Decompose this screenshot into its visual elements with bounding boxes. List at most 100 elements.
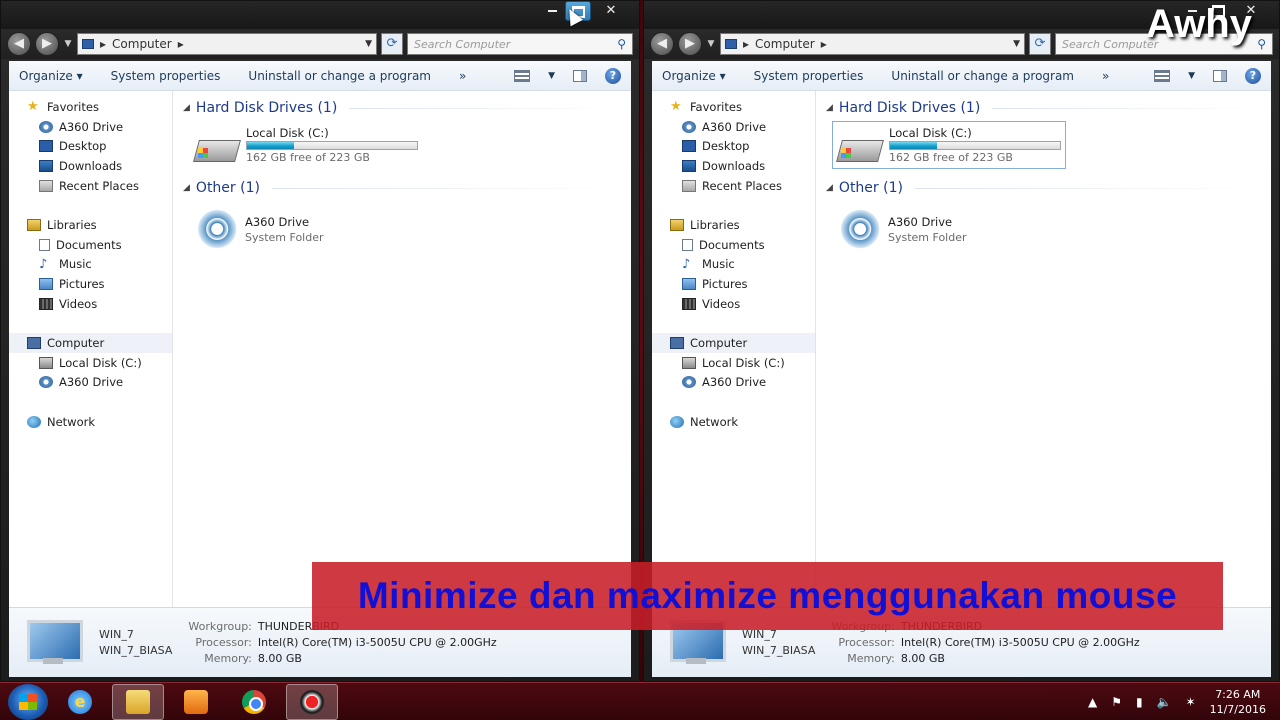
nav-a360-drive-2[interactable]: A360 Drive	[652, 373, 815, 393]
desktop-icon	[682, 140, 696, 153]
nav-a360-drive-2[interactable]: A360 Drive	[9, 373, 172, 393]
more-commands-button[interactable]: »	[459, 69, 466, 83]
view-dropdown-icon[interactable]: ▼	[1188, 71, 1195, 81]
collapse-icon[interactable]: ◢	[826, 183, 833, 193]
item-a360-drive[interactable]: A360 Drive System Folder	[832, 205, 1271, 253]
refresh-button[interactable]: ⟳	[381, 33, 403, 55]
nav-computer[interactable]: Computer	[652, 333, 815, 353]
taskbar-internet-explorer[interactable]: e	[54, 684, 106, 720]
nav-favorites[interactable]: ★ Favorites	[652, 97, 815, 117]
item-type: System Folder	[888, 231, 967, 244]
help-icon[interactable]: ?	[1245, 67, 1261, 84]
nav-desktop[interactable]: Desktop	[9, 136, 172, 156]
nav-pictures[interactable]: Pictures	[652, 274, 815, 294]
back-button[interactable]: ◀	[650, 32, 674, 56]
star-icon: ★	[27, 99, 39, 115]
organize-menu[interactable]: Organize ▾	[662, 69, 726, 83]
collapse-icon[interactable]: ◢	[826, 103, 833, 113]
nav-documents[interactable]: Documents	[9, 235, 172, 255]
group-other[interactable]: ◢ Other (1)	[826, 177, 1271, 199]
drive-local-disk[interactable]: Local Disk (C:) 162 GB free of 223 GB	[832, 121, 1066, 169]
show-hidden-icons-icon[interactable]: ▲	[1088, 695, 1097, 709]
recent-places-icon	[39, 179, 53, 192]
nav-downloads[interactable]: Downloads	[9, 156, 172, 176]
preview-pane-icon[interactable]	[573, 69, 587, 82]
preview-pane-icon[interactable]	[1213, 69, 1227, 82]
more-commands-button[interactable]: »	[1102, 69, 1109, 83]
computer-icon	[725, 39, 737, 49]
recent-pages-dropdown[interactable]: ▼	[706, 39, 716, 49]
nav-a360-drive[interactable]: A360 Drive	[9, 117, 172, 137]
address-dropdown-icon[interactable]: ▼	[365, 39, 372, 49]
nav-local-disk[interactable]: Local Disk (C:)	[9, 353, 172, 373]
forward-button[interactable]: ▶	[35, 32, 59, 56]
nav-local-disk[interactable]: Local Disk (C:)	[652, 353, 815, 373]
address-bar[interactable]: ▸ Computer ▸ ▼	[720, 33, 1025, 55]
change-view-icon[interactable]	[1154, 69, 1171, 82]
nav-music[interactable]: ♪ Music	[652, 255, 815, 275]
minimize-button[interactable]	[539, 1, 565, 21]
item-a360-drive[interactable]: A360 Drive System Folder	[189, 205, 631, 253]
search-icon[interactable]: ⚲	[617, 37, 626, 51]
search-icon[interactable]: ⚲	[1257, 37, 1266, 51]
close-button[interactable]: ✕	[591, 1, 631, 21]
taskbar-media-player[interactable]	[170, 684, 222, 720]
hard-drive-icon	[194, 130, 238, 166]
nav-favorites[interactable]: ★ Favorites	[9, 97, 172, 117]
drive-local-disk[interactable]: Local Disk (C:) 162 GB free of 223 GB	[189, 121, 423, 169]
breadcrumb-computer[interactable]: Computer	[755, 37, 815, 51]
uninstall-program-button[interactable]: Uninstall or change a program	[891, 69, 1074, 83]
nav-recent-places[interactable]: Recent Places	[9, 176, 172, 196]
volume-icon[interactable]: 🔈	[1157, 695, 1172, 709]
collapse-icon[interactable]: ◢	[183, 103, 190, 113]
breadcrumb-chevron-icon[interactable]: ▸	[178, 37, 184, 51]
forward-button[interactable]: ▶	[678, 32, 702, 56]
collapse-icon[interactable]: ◢	[183, 183, 190, 193]
media-player-icon	[184, 689, 208, 714]
change-view-icon[interactable]	[514, 69, 531, 82]
recent-pages-dropdown[interactable]: ▼	[63, 39, 73, 49]
address-bar[interactable]: ▸ Computer ▸ ▼	[77, 33, 377, 55]
nav-computer[interactable]: Computer	[9, 333, 172, 353]
taskbar-chrome[interactable]	[228, 684, 280, 720]
nav-music[interactable]: ♪ Music	[9, 255, 172, 275]
a360-drive-icon	[39, 120, 53, 133]
action-center-flag-icon[interactable]: ⚑	[1111, 695, 1122, 709]
nav-libraries[interactable]: Libraries	[652, 215, 815, 235]
breadcrumb-computer[interactable]: Computer	[112, 37, 172, 51]
group-other[interactable]: ◢ Other (1)	[183, 177, 631, 199]
taskbar-windows-explorer[interactable]	[112, 683, 164, 720]
nav-pictures[interactable]: Pictures	[9, 274, 172, 294]
nav-libraries[interactable]: Libraries	[9, 215, 172, 235]
battery-icon[interactable]: ▮	[1136, 695, 1143, 709]
nav-network[interactable]: Network	[652, 412, 815, 432]
nav-desktop[interactable]: Desktop	[652, 136, 815, 156]
nav-videos[interactable]: Videos	[9, 294, 172, 314]
nav-a360-drive[interactable]: A360 Drive	[652, 117, 815, 137]
help-icon[interactable]: ?	[605, 67, 621, 84]
recent-places-icon	[682, 179, 696, 192]
nav-documents[interactable]: Documents	[652, 235, 815, 255]
view-dropdown-icon[interactable]: ▼	[548, 71, 555, 81]
address-dropdown-icon[interactable]: ▼	[1013, 39, 1020, 49]
system-properties-button[interactable]: System properties	[111, 69, 221, 83]
refresh-button[interactable]: ⟳	[1029, 33, 1051, 55]
title-bar[interactable]: ✕	[1, 1, 639, 29]
organize-menu[interactable]: Organize ▾	[19, 69, 83, 83]
group-hard-disk-drives[interactable]: ◢ Hard Disk Drives (1)	[183, 97, 631, 119]
breadcrumb-chevron-icon[interactable]: ▸	[821, 37, 827, 51]
system-properties-button[interactable]: System properties	[754, 69, 864, 83]
nav-network[interactable]: Network	[9, 412, 172, 432]
taskbar-screen-recorder[interactable]	[286, 683, 338, 720]
pictures-icon	[682, 278, 696, 291]
group-hard-disk-drives[interactable]: ◢ Hard Disk Drives (1)	[826, 97, 1271, 119]
nav-recent-places[interactable]: Recent Places	[652, 176, 815, 196]
search-input[interactable]: Search Computer ⚲	[407, 33, 633, 55]
back-button[interactable]: ◀	[7, 32, 31, 56]
network-status-icon[interactable]: ✶	[1186, 695, 1196, 709]
clock[interactable]: 7:26 AM 11/7/2016	[1210, 687, 1266, 717]
nav-videos[interactable]: Videos	[652, 294, 815, 314]
uninstall-program-button[interactable]: Uninstall or change a program	[248, 69, 431, 83]
start-button[interactable]	[8, 683, 48, 720]
nav-downloads[interactable]: Downloads	[652, 156, 815, 176]
